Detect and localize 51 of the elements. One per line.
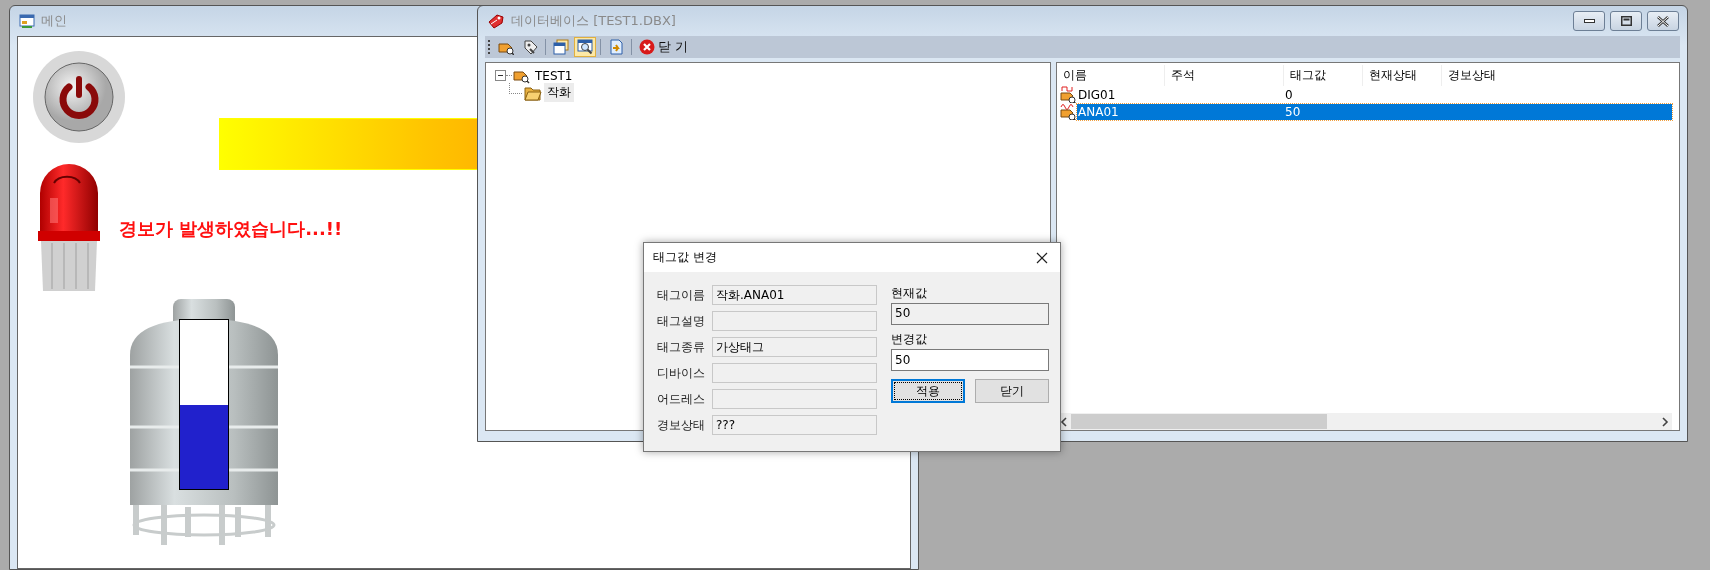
text-field[interactable]: ??? xyxy=(712,415,877,435)
text-field[interactable] xyxy=(712,363,877,383)
dialog-button[interactable]: 적용 xyxy=(891,379,965,403)
field-label: 태그종류 xyxy=(657,338,706,356)
column-header[interactable]: 이름 xyxy=(1057,65,1165,86)
text-field[interactable]: 가상태그 xyxy=(712,337,877,357)
minimize-button[interactable] xyxy=(1573,11,1605,31)
dialog-title: 태그값 변경 xyxy=(653,249,717,266)
window-icon xyxy=(19,13,35,29)
list-row[interactable]: ANA01 50 xyxy=(1077,103,1672,120)
field-label: 태그설명 xyxy=(657,312,706,330)
close-button[interactable]: 닫 기 xyxy=(636,37,692,57)
text-field[interactable] xyxy=(712,311,877,331)
window-title: 메인 xyxy=(41,12,67,30)
column-header[interactable]: 경보상태 xyxy=(1442,65,1542,86)
field-label: 경보상태 xyxy=(657,416,706,434)
column-header[interactable]: 주석 xyxy=(1165,65,1284,86)
field-label: 태그이름 xyxy=(657,286,706,304)
tree-item[interactable]: TEST1 xyxy=(532,67,576,84)
expander-icon[interactable] xyxy=(495,70,506,81)
close-button[interactable] xyxy=(1647,11,1679,31)
new-value-input[interactable]: 50 xyxy=(891,349,1049,371)
scrollbar-thumb[interactable] xyxy=(1071,414,1327,429)
window-title: 데이터베이스 [TEST1.DBX] xyxy=(511,12,676,30)
tag-icon xyxy=(1060,86,1077,103)
field-label: 디바이스 xyxy=(657,364,706,382)
list-row[interactable]: DIG01 0 xyxy=(1077,86,1672,103)
alarm-message: 경보가 발생하였습니다...!! xyxy=(119,217,343,241)
column-header[interactable]: 현재상태 xyxy=(1363,65,1442,86)
folder-icon xyxy=(524,84,542,101)
column-header[interactable]: 태그값 xyxy=(1284,65,1363,86)
search-button[interactable] xyxy=(574,37,596,57)
maximize-icon xyxy=(1620,16,1632,26)
minimize-icon xyxy=(1583,19,1595,23)
power-button[interactable] xyxy=(33,51,125,143)
field-label: 변경값 xyxy=(891,331,928,347)
tag-icon xyxy=(487,13,505,29)
maximize-button[interactable] xyxy=(1610,11,1642,31)
tree-item[interactable]: 작화 xyxy=(544,83,574,102)
close-icon xyxy=(639,39,655,55)
power-icon xyxy=(33,51,125,143)
text-field[interactable] xyxy=(712,389,877,409)
field-label: 현재값 xyxy=(891,285,928,301)
close-icon xyxy=(1657,15,1669,27)
dialog-button[interactable]: 닫기 xyxy=(975,379,1049,403)
close-icon[interactable] xyxy=(1036,251,1048,264)
field-label: 어드레스 xyxy=(657,390,706,408)
window-button[interactable] xyxy=(550,37,572,57)
current-value-field[interactable]: 50 xyxy=(891,303,1049,325)
text-field[interactable]: 작화.ANA01 xyxy=(712,285,877,305)
tag-icon xyxy=(1060,103,1077,120)
